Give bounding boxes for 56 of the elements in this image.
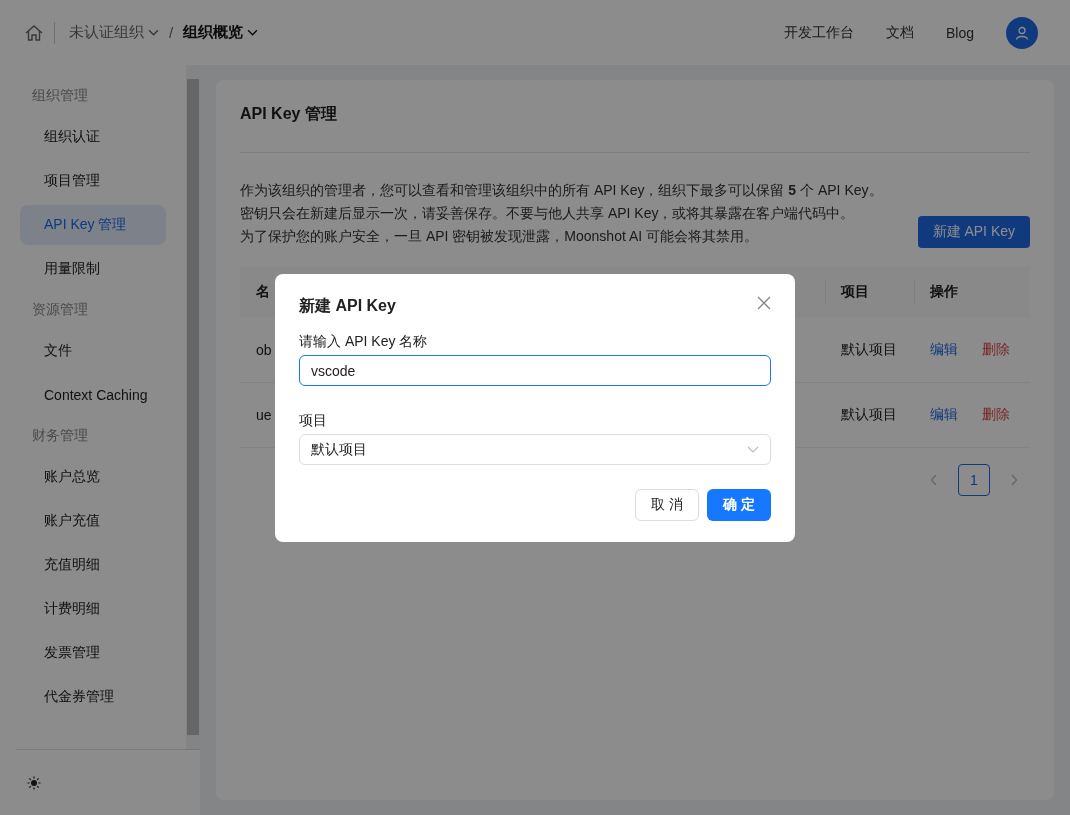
- nav-link[interactable]: Blog: [945, 24, 974, 41]
- sidebar-group-title: 资源管理: [32, 301, 89, 319]
- description-text: 作为该组织的管理者，您可以查看和管理该组织中的所有 API Key，组织下最多可以保留 5 个 API Key。: [240, 181, 883, 200]
- table-cell-text: 默认项目: [840, 405, 898, 424]
- breadcrumb-dropdown[interactable]: 组织概览: [183, 23, 259, 42]
- caret-icon: [247, 29, 259, 36]
- dialog-title: 新建 API Key: [299, 296, 396, 316]
- card-title: API Key 管理: [240, 104, 338, 124]
- user-icon: [1014, 24, 1030, 41]
- create-api-key-button[interactable]: 新建 API Key: [917, 216, 1030, 248]
- close-icon[interactable]: [757, 296, 771, 310]
- confirm-button[interactable]: 确 定: [707, 489, 771, 521]
- description-text: 密钥只会在新建后显示一次，请妥善保存。不要与他人共享 API Key，或将其暴露在客户端代码中。: [240, 204, 856, 223]
- sidebar-item[interactable]: 组织认证: [20, 117, 166, 157]
- previous-page-icon[interactable]: [930, 474, 938, 486]
- name-input-field[interactable]: vscode: [299, 355, 771, 386]
- sidebar-group-title: 组织管理: [32, 87, 89, 105]
- table-cell: ob: [256, 342, 272, 358]
- home-icon[interactable]: [24, 22, 44, 43]
- nav-link[interactable]: 开发工作台: [783, 23, 854, 42]
- sidebar-item[interactable]: 账户充值: [20, 501, 166, 541]
- description-text: 为了保护您的账户安全，一旦 API 密钥被发现泄露，Moonshot AI 可能会将其禁用。: [240, 227, 760, 246]
- sidebar-item[interactable]: 项目管理: [20, 161, 166, 201]
- delete-link[interactable]: 删除: [982, 341, 1010, 359]
- table-cell: ue: [256, 407, 272, 423]
- table-cell-text: 默认项目: [840, 340, 898, 359]
- edit-link[interactable]: 编辑: [930, 341, 958, 359]
- scrollbar[interactable]: [186, 65, 200, 749]
- breadcrumb-dropdown[interactable]: 未认证组织: [69, 23, 159, 42]
- field-label: 请输入 API Key 名称: [299, 333, 429, 351]
- edit-link[interactable]: 编辑: [930, 406, 958, 424]
- sidebar-item[interactable]: 发票管理: [20, 633, 166, 673]
- next-page-icon[interactable]: [1010, 474, 1018, 486]
- nav-link[interactable]: 文档: [885, 23, 914, 42]
- sidebar-item[interactable]: 用量限制: [20, 249, 166, 289]
- caret-icon: [148, 29, 159, 36]
- avatar-button[interactable]: [1006, 16, 1038, 49]
- sidebar-item[interactable]: 账户总览: [20, 457, 166, 497]
- breadcrumb-separator: /: [169, 24, 174, 41]
- sidebar-item[interactable]: API Key 管理: [20, 205, 166, 245]
- column-header: 名: [256, 283, 270, 301]
- caret-icon: [747, 446, 759, 453]
- project-select[interactable]: 默认项目: [299, 434, 771, 465]
- sidebar-item[interactable]: 文件: [20, 331, 166, 371]
- sidebar-item[interactable]: 代金券管理: [20, 677, 166, 717]
- delete-link[interactable]: 删除: [982, 406, 1010, 424]
- field-label: 项目: [299, 412, 328, 430]
- sidebar-item[interactable]: 计费明细: [20, 589, 166, 629]
- sidebar-group-title: 财务管理: [32, 427, 89, 445]
- sidebar-item[interactable]: 充值明细: [20, 545, 166, 585]
- page-button[interactable]: 1: [958, 464, 990, 496]
- cancel-button[interactable]: 取 消: [635, 489, 699, 521]
- column-header: 操作: [930, 283, 958, 301]
- sun-icon[interactable]: [27, 775, 41, 790]
- column-header: 项目: [841, 283, 869, 301]
- sidebar-item[interactable]: Context Caching: [20, 375, 166, 415]
